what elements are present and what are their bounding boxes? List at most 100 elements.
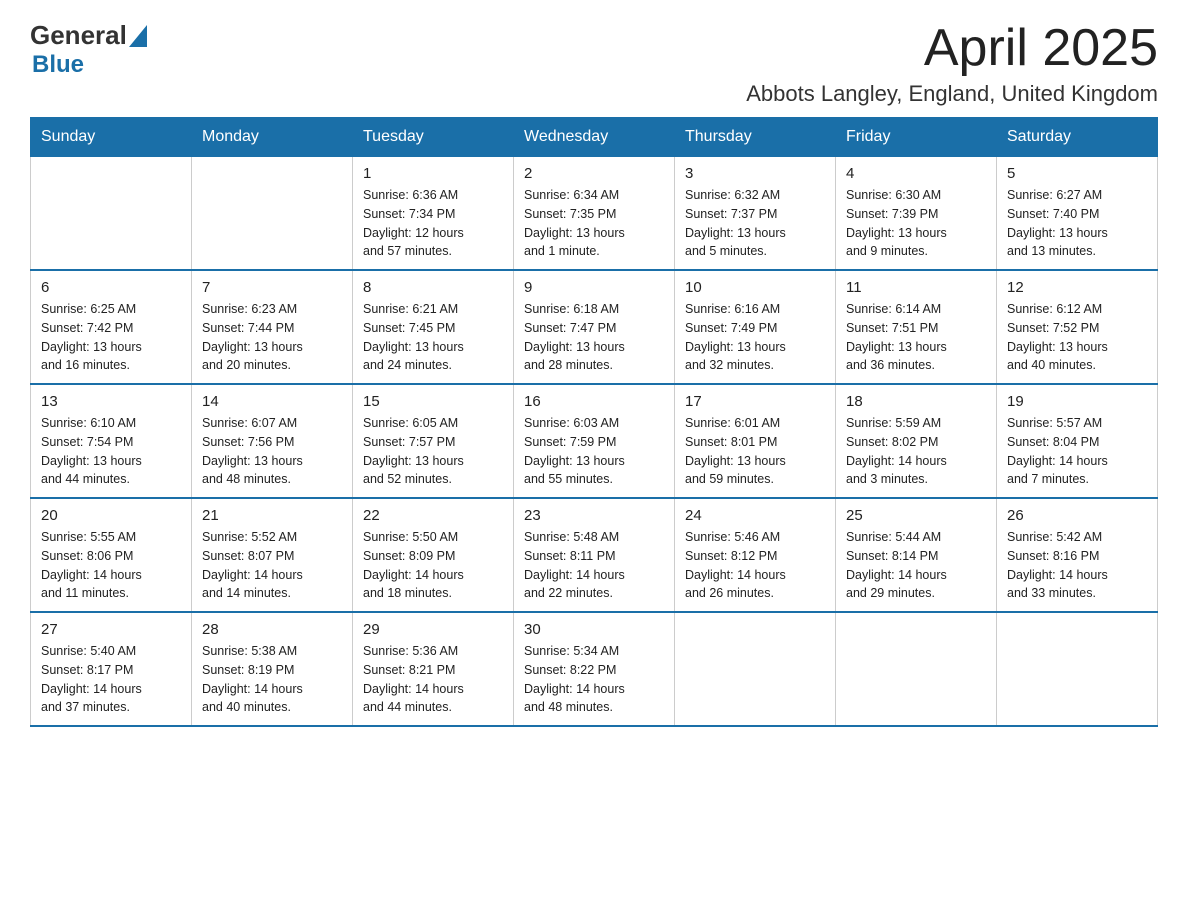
day-info: Sunrise: 5:42 AM Sunset: 8:16 PM Dayligh… (1007, 528, 1147, 603)
day-number: 4 (846, 165, 986, 182)
calendar-cell: 29Sunrise: 5:36 AM Sunset: 8:21 PM Dayli… (353, 612, 514, 726)
calendar-table: SundayMondayTuesdayWednesdayThursdayFrid… (30, 117, 1158, 727)
calendar-cell: 11 Sunrise: 6:14 AM Sunset: 7:51 PM Dayli… (836, 270, 997, 384)
calendar-cell: 27 Sunrise: 5:40 AM Sunset: 8:17 PM Dayli… (31, 612, 192, 726)
calendar-cell: 14 Sunrise: 6:07 AM Sunset: 7:56 PM Dayli… (192, 384, 353, 498)
header-wednesday: Wednesday (514, 118, 675, 157)
calendar-cell: 6 Sunrise: 6:25 AM Sunset: 7:42 PM Daylig… (31, 270, 192, 384)
calendar-cell: 10 Sunrise: 6:16 AM Sunset: 7:49 PM Dayli… (675, 270, 836, 384)
day-number: 20 (41, 507, 181, 524)
page-header: General Blue April 2025 Abbots Langley, … (30, 20, 1158, 107)
day-info: Sunrise: 6:03 AM Sunset: 7:59 PM Dayligh… (524, 414, 664, 489)
calendar-cell: 22 Sunrise: 5:50 AM Sunset: 8:09 PM Dayli… (353, 498, 514, 612)
day-number: 18 (846, 393, 986, 410)
day-number: 23 (524, 507, 664, 524)
week-row-2: 6 Sunrise: 6:25 AM Sunset: 7:42 PM Daylig… (31, 270, 1158, 384)
calendar-cell: 9 Sunrise: 6:18 AM Sunset: 7:47 PM Daylig… (514, 270, 675, 384)
header-monday: Monday (192, 118, 353, 157)
calendar-cell (836, 612, 997, 726)
calendar-cell: 1 Sunrise: 6:36 AM Sunset: 7:34 PM Daylig… (353, 157, 514, 271)
day-number: 11 (846, 279, 986, 296)
header-friday: Friday (836, 118, 997, 157)
day-info: Sunrise: 6:30 AM Sunset: 7:39 PM Dayligh… (846, 186, 986, 261)
calendar-cell: 20Sunrise: 5:55 AM Sunset: 8:06 PM Dayli… (31, 498, 192, 612)
calendar-cell: 24Sunrise: 5:46 AM Sunset: 8:12 PM Dayli… (675, 498, 836, 612)
day-number: 10 (685, 279, 825, 296)
day-number: 16 (524, 393, 664, 410)
day-number: 1 (363, 165, 503, 182)
day-info: Sunrise: 5:50 AM Sunset: 8:09 PM Dayligh… (363, 528, 503, 603)
day-number: 6 (41, 279, 181, 296)
day-info: Sunrise: 6:25 AM Sunset: 7:42 PM Dayligh… (41, 300, 181, 375)
day-number: 19 (1007, 393, 1147, 410)
calendar-cell: 30 Sunrise: 5:34 AM Sunset: 8:22 PM Dayli… (514, 612, 675, 726)
day-info: Sunrise: 6:14 AM Sunset: 7:51 PM Dayligh… (846, 300, 986, 375)
calendar-cell (31, 157, 192, 271)
calendar-cell: 7Sunrise: 6:23 AM Sunset: 7:44 PM Daylig… (192, 270, 353, 384)
day-info: Sunrise: 6:32 AM Sunset: 7:37 PM Dayligh… (685, 186, 825, 261)
week-row-1: 1 Sunrise: 6:36 AM Sunset: 7:34 PM Daylig… (31, 157, 1158, 271)
day-info: Sunrise: 5:38 AM Sunset: 8:19 PM Dayligh… (202, 642, 342, 717)
day-info: Sunrise: 6:18 AM Sunset: 7:47 PM Dayligh… (524, 300, 664, 375)
calendar-cell: 26 Sunrise: 5:42 AM Sunset: 8:16 PM Dayli… (997, 498, 1158, 612)
day-number: 13 (41, 393, 181, 410)
day-number: 15 (363, 393, 503, 410)
day-info: Sunrise: 6:21 AM Sunset: 7:45 PM Dayligh… (363, 300, 503, 375)
day-number: 9 (524, 279, 664, 296)
day-number: 5 (1007, 165, 1147, 182)
week-row-4: 20Sunrise: 5:55 AM Sunset: 8:06 PM Dayli… (31, 498, 1158, 612)
header-sunday: Sunday (31, 118, 192, 157)
calendar-cell: 18 Sunrise: 5:59 AM Sunset: 8:02 PM Dayli… (836, 384, 997, 498)
logo-general-text: General (30, 20, 127, 51)
day-number: 22 (363, 507, 503, 524)
calendar-cell: 21 Sunrise: 5:52 AM Sunset: 8:07 PM Dayli… (192, 498, 353, 612)
day-number: 17 (685, 393, 825, 410)
logo-blue-text: Blue (32, 51, 147, 79)
day-info: Sunrise: 6:05 AM Sunset: 7:57 PM Dayligh… (363, 414, 503, 489)
day-info: Sunrise: 5:52 AM Sunset: 8:07 PM Dayligh… (202, 528, 342, 603)
logo-arrow-icon (129, 25, 147, 47)
day-info: Sunrise: 6:16 AM Sunset: 7:49 PM Dayligh… (685, 300, 825, 375)
calendar-cell: 15 Sunrise: 6:05 AM Sunset: 7:57 PM Dayli… (353, 384, 514, 498)
calendar-cell: 17Sunrise: 6:01 AM Sunset: 8:01 PM Dayli… (675, 384, 836, 498)
header-saturday: Saturday (997, 118, 1158, 157)
day-number: 2 (524, 165, 664, 182)
calendar-cell: 19 Sunrise: 5:57 AM Sunset: 8:04 PM Dayli… (997, 384, 1158, 498)
calendar-cell: 16 Sunrise: 6:03 AM Sunset: 7:59 PM Dayli… (514, 384, 675, 498)
header-tuesday: Tuesday (353, 118, 514, 157)
day-number: 27 (41, 621, 181, 638)
day-number: 28 (202, 621, 342, 638)
day-info: Sunrise: 5:34 AM Sunset: 8:22 PM Dayligh… (524, 642, 664, 717)
day-number: 30 (524, 621, 664, 638)
day-number: 24 (685, 507, 825, 524)
day-number: 26 (1007, 507, 1147, 524)
day-info: Sunrise: 5:59 AM Sunset: 8:02 PM Dayligh… (846, 414, 986, 489)
day-number: 25 (846, 507, 986, 524)
day-info: Sunrise: 5:44 AM Sunset: 8:14 PM Dayligh… (846, 528, 986, 603)
day-info: Sunrise: 6:36 AM Sunset: 7:34 PM Dayligh… (363, 186, 503, 261)
day-info: Sunrise: 6:34 AM Sunset: 7:35 PM Dayligh… (524, 186, 664, 261)
day-info: Sunrise: 5:48 AM Sunset: 8:11 PM Dayligh… (524, 528, 664, 603)
day-info: Sunrise: 6:12 AM Sunset: 7:52 PM Dayligh… (1007, 300, 1147, 375)
day-info: Sunrise: 5:40 AM Sunset: 8:17 PM Dayligh… (41, 642, 181, 717)
week-row-3: 13 Sunrise: 6:10 AM Sunset: 7:54 PM Dayli… (31, 384, 1158, 498)
day-number: 12 (1007, 279, 1147, 296)
day-number: 21 (202, 507, 342, 524)
calendar-cell (192, 157, 353, 271)
day-info: Sunrise: 6:23 AM Sunset: 7:44 PM Dayligh… (202, 300, 342, 375)
day-info: Sunrise: 6:07 AM Sunset: 7:56 PM Dayligh… (202, 414, 342, 489)
calendar-cell: 5 Sunrise: 6:27 AM Sunset: 7:40 PM Daylig… (997, 157, 1158, 271)
day-info: Sunrise: 5:57 AM Sunset: 8:04 PM Dayligh… (1007, 414, 1147, 489)
day-info: Sunrise: 6:10 AM Sunset: 7:54 PM Dayligh… (41, 414, 181, 489)
month-title: April 2025 (746, 20, 1158, 77)
day-info: Sunrise: 6:27 AM Sunset: 7:40 PM Dayligh… (1007, 186, 1147, 261)
calendar-cell: 13 Sunrise: 6:10 AM Sunset: 7:54 PM Dayli… (31, 384, 192, 498)
day-number: 14 (202, 393, 342, 410)
calendar-cell (997, 612, 1158, 726)
calendar-cell: 28 Sunrise: 5:38 AM Sunset: 8:19 PM Dayli… (192, 612, 353, 726)
calendar-header-row: SundayMondayTuesdayWednesdayThursdayFrid… (31, 118, 1158, 157)
calendar-cell: 8Sunrise: 6:21 AM Sunset: 7:45 PM Daylig… (353, 270, 514, 384)
logo: General Blue (30, 20, 147, 79)
calendar-cell: 12 Sunrise: 6:12 AM Sunset: 7:52 PM Dayli… (997, 270, 1158, 384)
header-thursday: Thursday (675, 118, 836, 157)
